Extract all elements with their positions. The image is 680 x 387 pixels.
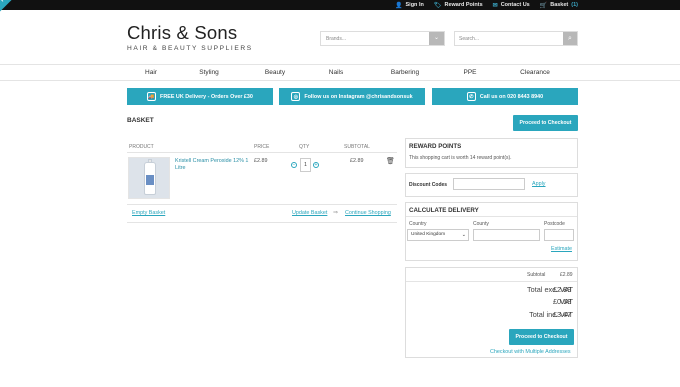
contact-us-link[interactable]: ✉ Contact Us xyxy=(493,2,530,9)
chevron-down-icon[interactable]: ⌄ xyxy=(429,32,444,45)
user-icon: 👤 xyxy=(395,2,403,9)
brands-placeholder: Brands... xyxy=(326,36,347,42)
apply-link[interactable]: Apply xyxy=(532,181,546,187)
discount-label: Discount Codes xyxy=(409,182,448,188)
phone-icon: ✆ xyxy=(466,92,476,101)
logo-tagline: HAIR & BEAUTY SUPPLIERS xyxy=(127,45,253,52)
nav-item-styling[interactable]: Styling xyxy=(199,69,219,76)
proceed-to-checkout-button-top[interactable]: Proceed to Checkout xyxy=(513,115,578,131)
nav-item-ppe[interactable]: PPE xyxy=(463,69,476,76)
qty-increase-button[interactable]: + xyxy=(313,162,319,168)
promo-phone[interactable]: ✆ Call us on 020 8443 8940 xyxy=(432,88,578,105)
brands-select[interactable]: Brands... ⌄ xyxy=(320,31,445,46)
nav-item-beauty[interactable]: Beauty xyxy=(265,69,285,76)
truck-icon: 🚚 xyxy=(147,92,157,101)
nav-item-nails[interactable]: Nails xyxy=(329,69,343,76)
search-icon[interactable]: ⌕ xyxy=(563,32,577,45)
subtotal-label: Subtotal xyxy=(527,272,546,278)
basket-link[interactable]: 🛒 Basket (1) xyxy=(540,2,578,9)
reward-points-link[interactable]: 🏷 Reward Points xyxy=(434,2,483,9)
country-value: United Kingdom xyxy=(411,232,446,237)
product-price: £2.89 xyxy=(254,158,268,164)
search-input[interactable]: Search... ⌕ xyxy=(454,31,578,46)
sign-in-label: Sign In xyxy=(405,2,424,8)
discount-code-input[interactable] xyxy=(453,178,525,190)
top-bar: 👤 Sign In 🏷 Reward Points ✉ Contact Us 🛒… xyxy=(0,0,680,10)
search-placeholder: Search... xyxy=(459,36,480,42)
postcode-label: Postcode xyxy=(544,221,565,227)
promo-instagram-label: Follow us on Instagram @chrisandsonsuk xyxy=(304,93,413,100)
nav-item-hair[interactable]: Hair xyxy=(145,69,157,76)
col-price: PRICE xyxy=(254,144,270,150)
logo-name: Chris & Sons xyxy=(127,22,238,43)
sign-in-link[interactable]: 👤 Sign In xyxy=(395,2,424,9)
reward-text: This shopping cart is worth 14 reward po… xyxy=(409,155,512,161)
nav-item-barbering[interactable]: Barbering xyxy=(391,69,419,76)
col-product: PRODUCT xyxy=(129,144,154,150)
top-links: 👤 Sign In 🏷 Reward Points ✉ Contact Us 🛒… xyxy=(395,0,578,10)
reward-title: REWARD POINTS xyxy=(409,143,462,150)
multiple-addresses-link[interactable]: Checkout with Multiple Addresses xyxy=(490,349,571,355)
postcode-input[interactable] xyxy=(544,229,574,241)
basket-label: Basket xyxy=(550,2,569,8)
total-inc-vat-value: £3.47 xyxy=(553,310,572,319)
main-nav: Hair Styling Beauty Nails Barbering PPE … xyxy=(0,64,680,81)
qty-input[interactable]: 1 xyxy=(300,158,311,172)
divider xyxy=(406,281,577,282)
promo-delivery[interactable]: 🚚 FREE UK Delivery - Orders Over £30 xyxy=(127,88,273,105)
qty-decrease-button[interactable]: − xyxy=(291,162,297,168)
product-image[interactable] xyxy=(128,157,170,199)
promo-delivery-label: FREE UK Delivery - Orders Over £30 xyxy=(160,93,253,100)
promo-instagram[interactable]: ◎ Follow us on Instagram @chrisandsonsuk xyxy=(279,88,425,105)
estimate-link[interactable]: Estimate xyxy=(551,246,572,252)
product-subtotal: £2.89 xyxy=(350,158,364,164)
divider xyxy=(406,216,577,217)
vat-value: £0.58 xyxy=(553,297,572,306)
trash-icon[interactable]: 🗑 xyxy=(386,157,395,165)
arrow-right-icon: ⇒ xyxy=(333,210,339,216)
country-select[interactable]: United Kingdom ⌄ xyxy=(407,229,469,241)
divider xyxy=(127,222,397,223)
basket-title: BASKET xyxy=(127,117,154,124)
divider xyxy=(127,152,397,153)
reward-points-label: Reward Points xyxy=(444,2,483,8)
chevron-down-icon: ⌄ xyxy=(461,232,466,238)
county-input[interactable] xyxy=(473,229,540,241)
proceed-to-checkout-button[interactable]: Proceed to Checkout xyxy=(509,329,574,345)
nav-item-clearance[interactable]: Clearance xyxy=(520,69,550,76)
county-label: County xyxy=(473,221,489,227)
cart-icon: 🛒 xyxy=(539,2,548,9)
empty-basket-link[interactable]: Empty Basket xyxy=(132,210,165,216)
col-qty: QTY xyxy=(299,144,310,150)
total-exc-vat-value: £2.89 xyxy=(553,285,572,294)
continue-shopping-link[interactable]: Continue Shopping xyxy=(345,210,391,216)
bottle-image xyxy=(144,159,156,195)
divider xyxy=(127,204,397,205)
col-subtotal: SUBTOTAL xyxy=(344,144,370,150)
instagram-icon: ◎ xyxy=(291,92,301,101)
subtotal-value: £2.89 xyxy=(560,272,573,278)
update-basket-link[interactable]: Update Basket xyxy=(292,210,327,216)
country-label: Country xyxy=(409,221,427,227)
envelope-icon: ✉ xyxy=(492,2,498,9)
product-name-link[interactable]: Kristell Cream Peroxide 12% 1 Litre xyxy=(175,158,250,172)
promo-phone-label: Call us on 020 8443 8940 xyxy=(479,93,544,100)
site-logo[interactable]: Chris & Sons HAIR & BEAUTY SUPPLIERS xyxy=(127,22,253,52)
delivery-title: CALCULATE DELIVERY xyxy=(409,207,479,214)
tag-icon: 🏷 xyxy=(433,2,442,9)
basket-count: (1) xyxy=(571,2,578,8)
contact-us-label: Contact Us xyxy=(500,2,530,8)
